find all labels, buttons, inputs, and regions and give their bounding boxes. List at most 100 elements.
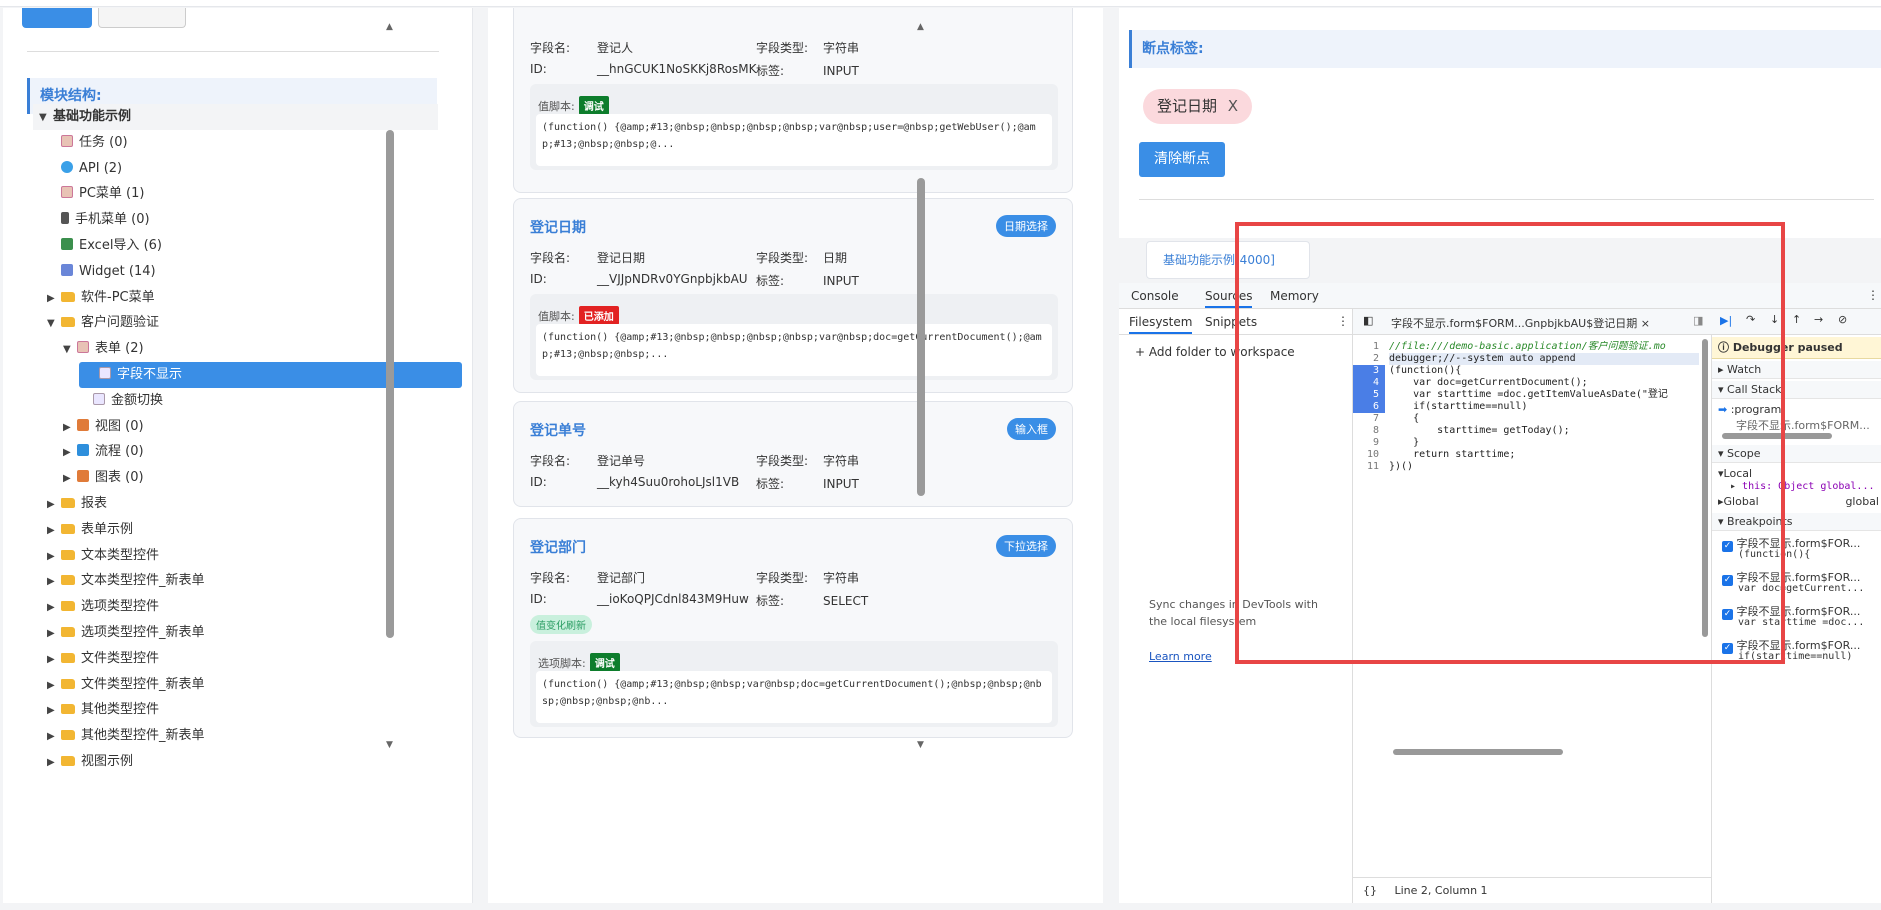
tree-item[interactable]: 任务 (0) [47, 130, 128, 156]
script-status-tag[interactable]: 调试 [578, 96, 609, 115]
learn-more-link[interactable]: Learn more [1149, 650, 1212, 663]
tree-item[interactable]: ▼ 基础功能示例 [33, 104, 438, 130]
tree-item[interactable]: ▶ 文件类型控件 [47, 646, 159, 672]
collapsed-arrow-icon[interactable]: ▶ [47, 673, 61, 699]
step-over-icon[interactable]: ↷ [1746, 313, 1755, 326]
tab-memory[interactable]: Memory [1270, 289, 1319, 303]
tree-item[interactable]: ▶ 选项类型控件 [47, 594, 159, 620]
collapsed-arrow-icon[interactable]: ▶ [47, 750, 61, 776]
more-vertical-icon[interactable]: ⋮ [1337, 314, 1349, 328]
step-icon[interactable]: → [1814, 313, 1823, 326]
tree-item[interactable]: ▶ 报表 [47, 491, 107, 517]
collapsed-arrow-icon[interactable]: ▶ [47, 569, 61, 595]
code-view[interactable]: //file:///demo-basic.application/客户问题验证.… [1389, 341, 1699, 473]
tree-item[interactable]: API (2) [47, 156, 122, 182]
collapsed-arrow-icon[interactable]: ▶ [47, 492, 61, 518]
scroll-down-icon[interactable]: ▼ [917, 740, 924, 750]
scope-section[interactable]: ▾ Scope [1712, 445, 1881, 463]
file-tab[interactable]: 字段不显示.form$FORM...GnpbjkbAU$登记日期 × [1391, 315, 1650, 331]
add-folder-button[interactable]: + Add folder to workspace [1135, 345, 1295, 359]
breakpoint-chip[interactable]: 登记日期 X [1143, 89, 1253, 124]
toggle-navigator-icon[interactable]: ◧ [1363, 314, 1373, 327]
script-status-tag[interactable]: 已添加 [578, 306, 619, 325]
close-tab-icon[interactable]: × [1641, 317, 1650, 330]
collapsed-arrow-icon[interactable]: ▶ [47, 286, 61, 312]
tree-item[interactable]: ▶ 表单示例 [47, 517, 133, 543]
expanded-arrow-icon[interactable]: ▼ [47, 311, 61, 337]
scroll-down-icon[interactable]: ▼ [386, 740, 393, 750]
call-frame[interactable]: ➡ :program [1712, 403, 1881, 416]
tree-item[interactable]: ▶ 选项类型控件_新表单 [47, 620, 205, 646]
tree-item[interactable]: ▼ 表单 (2) [63, 336, 144, 362]
tree-item[interactable]: ▶ 文件类型控件_新表单 [47, 672, 205, 698]
collapsed-arrow-icon[interactable]: ▶ [47, 544, 61, 570]
line-number[interactable]: 7 [1353, 413, 1385, 425]
tab-snippets[interactable]: Snippets [1205, 315, 1257, 329]
tree-item[interactable]: Excel导入 (6) [47, 233, 162, 259]
editor-scrollbar[interactable] [1702, 339, 1708, 637]
tree-scrollbar[interactable] [386, 130, 394, 638]
tree-item[interactable]: 金额切换 [79, 388, 163, 414]
collapsed-arrow-icon[interactable]: ▶ [47, 698, 61, 724]
remove-breakpoint-icon[interactable]: X [1228, 97, 1238, 115]
line-number[interactable]: 10 [1353, 449, 1385, 461]
collapsed-arrow-icon[interactable]: ▶ [47, 647, 61, 673]
watch-section[interactable]: ▸ Watch [1712, 361, 1881, 379]
collapsed-arrow-icon[interactable]: ▶ [47, 595, 61, 621]
tree-item[interactable]: ▶ 其他类型控件_新表单 [47, 723, 205, 749]
breakpoint-marker[interactable]: 5 [1353, 389, 1385, 401]
expanded-arrow-icon[interactable]: ▼ [39, 105, 53, 131]
script-status-tag[interactable]: 调试 [589, 653, 620, 672]
breakpoint-marker[interactable]: 6 [1353, 401, 1385, 413]
line-number[interactable]: 11 [1353, 461, 1385, 473]
line-gutter[interactable]: 1 2 3 4 5 6 7 8 9 10 11 [1353, 341, 1385, 473]
field-card[interactable]: 登记人输入框字段名:登记人字段类型:字符串ID:__hnGCUK1NoSKKj8… [513, 8, 1073, 193]
call-stack-section[interactable]: ▾ Call Stack [1712, 381, 1881, 399]
tree-item[interactable]: Widget (14) [47, 259, 156, 285]
scope-local[interactable]: ▾Local [1712, 467, 1881, 480]
tree-item[interactable]: 字段不显示 [79, 362, 462, 388]
more-vertical-icon[interactable]: ⋮ [1867, 288, 1879, 302]
scope-global[interactable]: ▸Global global [1712, 495, 1881, 508]
scroll-up-icon[interactable]: ▲ [917, 22, 924, 32]
line-number[interactable]: 9 [1353, 437, 1385, 449]
collapsed-arrow-icon[interactable]: ▶ [63, 440, 77, 466]
line-number[interactable]: 1 [1353, 341, 1385, 353]
app-tab[interactable]: 基础功能示例[4000] [1146, 241, 1310, 279]
collapsed-arrow-icon[interactable]: ▶ [63, 466, 77, 492]
scope-this[interactable]: ▸ this: Object global... [1712, 481, 1881, 492]
clear-breakpoints-button[interactable]: 清除断点 [1139, 142, 1225, 177]
resume-icon[interactable]: ▶| [1720, 314, 1732, 327]
expanded-arrow-icon[interactable]: ▼ [63, 337, 77, 363]
tab-console[interactable]: Console [1131, 289, 1179, 303]
toggle-debugger-icon[interactable]: ◨ [1693, 314, 1703, 327]
tree-item[interactable]: ▶ 流程 (0) [63, 439, 144, 465]
breakpoints-section[interactable]: ▾ Breakpoints [1712, 513, 1881, 531]
panel-tab-active[interactable] [22, 8, 92, 28]
breakpoint-marker[interactable]: 3 [1353, 365, 1385, 377]
line-number[interactable]: 8 [1353, 425, 1385, 437]
cards-scrollbar[interactable] [917, 178, 925, 496]
line-number[interactable]: 2 [1353, 353, 1385, 365]
script-code[interactable]: (function() {@amp;#13;@nbsp;@nbsp;var@nb… [536, 671, 1052, 723]
tree-item[interactable]: ▶ 软件-PC菜单 [47, 285, 155, 311]
tree-item[interactable]: ▶ 其他类型控件 [47, 697, 159, 723]
panel-tab[interactable] [98, 8, 186, 28]
tree-item[interactable]: ▼ 客户问题验证 [47, 310, 159, 336]
scroll-up-icon[interactable]: ▲ [386, 22, 393, 32]
script-code[interactable]: (function() {@amp;#13;@nbsp;@nbsp;@nbsp;… [536, 324, 1052, 376]
field-card[interactable]: 登记部门 下拉选择 字段名: 登记部门 字段类型: 字符串 ID: __ioKoQPJCdnl… [513, 518, 1073, 738]
deactivate-breakpoints-icon[interactable]: ⊘ [1838, 313, 1847, 326]
collapsed-arrow-icon[interactable]: ▶ [47, 621, 61, 647]
tree-item[interactable]: ▶ 视图 (0) [63, 414, 144, 440]
tree-item[interactable]: ▶ 文本类型控件_新表单 [47, 568, 205, 594]
tree-item[interactable]: ▶ 图表 (0) [63, 465, 144, 491]
breakpoint-marker[interactable]: 4 [1353, 377, 1385, 389]
field-card[interactable]: 登记日期 日期选择 字段名: 登记日期 字段类型: 日期 ID: __VJJpNDRv0YGn… [513, 198, 1073, 393]
collapsed-arrow-icon[interactable]: ▶ [63, 415, 77, 441]
sidebar-hscrollbar[interactable] [1722, 433, 1832, 439]
tab-sources[interactable]: Sources [1205, 289, 1253, 308]
tree-item[interactable]: ▶ 文本类型控件 [47, 543, 159, 569]
field-card[interactable]: 登记单号 输入框 字段名: 登记单号 字段类型: 字符串 ID: __kyh4Suu0roho… [513, 401, 1073, 507]
script-code[interactable]: (function() {@amp;#13;@nbsp;@nbsp;@nbsp;… [536, 114, 1052, 166]
